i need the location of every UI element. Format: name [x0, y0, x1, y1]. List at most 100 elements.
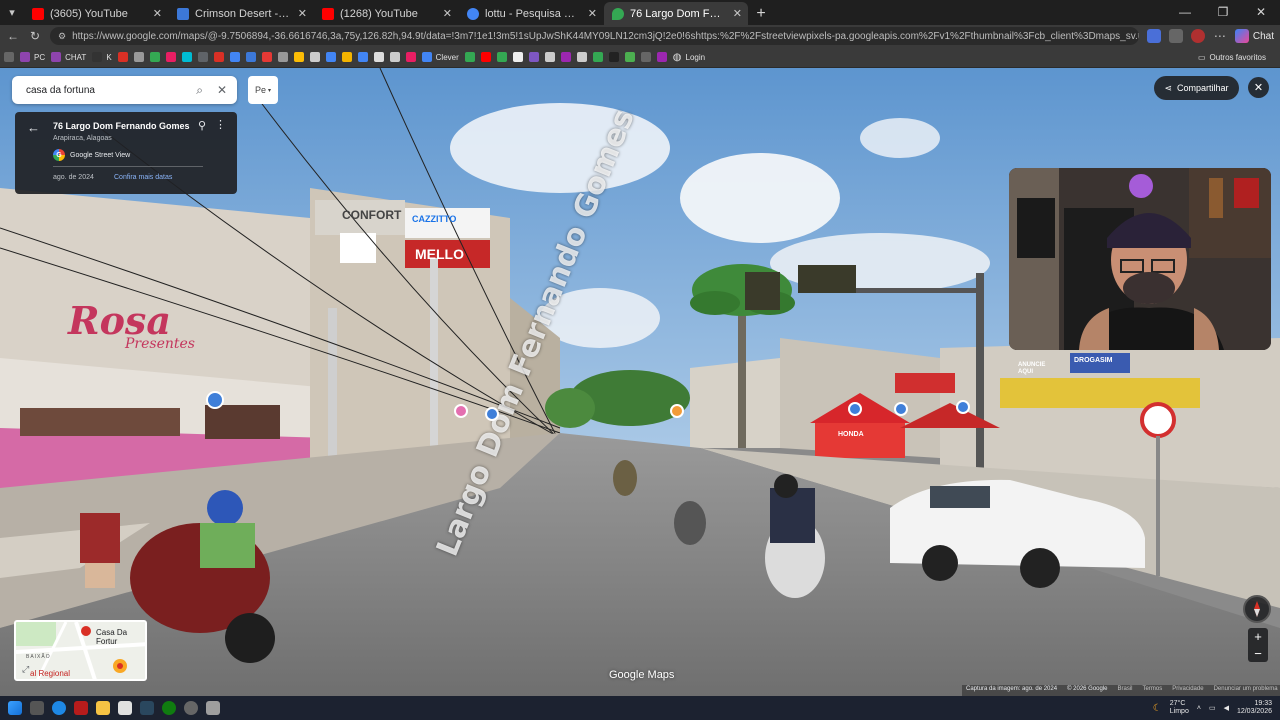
- bookmark-item[interactable]: [4, 52, 14, 62]
- bookmark-item[interactable]: [341, 52, 352, 62]
- bookmark-item[interactable]: [293, 52, 304, 62]
- bookmark-item[interactable]: [640, 52, 651, 62]
- bookmark-item[interactable]: [325, 52, 336, 62]
- place-marker-icon[interactable]: [454, 404, 468, 418]
- mini-map[interactable]: Casa Da Fortur BAIXÃO ⤢ al Regional: [14, 620, 147, 681]
- bookmark-item[interactable]: [133, 52, 144, 62]
- compass-icon[interactable]: [1243, 595, 1271, 623]
- app-icon[interactable]: [74, 701, 88, 715]
- volume-icon[interactable]: ◀: [1224, 704, 1229, 712]
- address-bar[interactable]: ⚙ https://www.google.com/maps/@-9.750689…: [50, 27, 1139, 45]
- search-input[interactable]: casa da fortuna: [26, 85, 182, 96]
- bookmark-item[interactable]: [181, 52, 192, 62]
- place-marker-icon[interactable]: [206, 391, 224, 409]
- bookmark-item[interactable]: Clever: [421, 52, 459, 62]
- clear-search-icon[interactable]: ✕: [217, 83, 227, 97]
- steam-icon[interactable]: [140, 701, 154, 715]
- browser-tab[interactable]: lottu - Pesquisa Google ✕: [459, 2, 603, 25]
- report-problem-link[interactable]: Denunciar um problema: [1214, 686, 1278, 695]
- menu-dots-icon[interactable]: ⋯: [1213, 29, 1227, 43]
- place-marker-icon[interactable]: [848, 402, 862, 416]
- bookmark-item[interactable]: [560, 52, 571, 62]
- browser-tab-active[interactable]: 76 Largo Dom Fernando Gomes - ✕: [604, 2, 748, 25]
- back-arrow-icon[interactable]: ←: [27, 120, 40, 135]
- place-marker-icon[interactable]: [894, 402, 908, 416]
- map-pin-icon[interactable]: ⚲: [198, 119, 206, 132]
- pegman-button[interactable]: Pe ▾: [248, 76, 278, 104]
- store-icon[interactable]: [118, 701, 132, 715]
- zoom-out-icon[interactable]: −: [1254, 646, 1262, 661]
- weather-widget[interactable]: 27°C Limpo: [1170, 700, 1189, 716]
- profile-avatar-icon[interactable]: [1190, 29, 1205, 43]
- tray-chevron-icon[interactable]: ˄: [1197, 705, 1201, 712]
- bookmark-item[interactable]: [512, 52, 523, 62]
- country-link[interactable]: Brasil: [1118, 686, 1133, 695]
- tab-close-icon[interactable]: ✕: [153, 7, 162, 20]
- clock[interactable]: 19:33 12/03/2026: [1237, 700, 1272, 716]
- bookmark-item[interactable]: [624, 52, 635, 62]
- maximize-icon[interactable]: ❐: [1204, 0, 1242, 25]
- place-marker-icon[interactable]: [670, 404, 684, 418]
- site-info-icon[interactable]: ⚙: [58, 31, 66, 42]
- edge-icon[interactable]: [52, 701, 66, 715]
- bookmark-item[interactable]: [373, 52, 384, 62]
- xbox-icon[interactable]: [162, 701, 176, 715]
- browser-tab[interactable]: Crimson Desert - PC - Compre na ✕: [169, 2, 313, 25]
- search-taskbar-icon[interactable]: [30, 701, 44, 715]
- more-dates-link[interactable]: Confira mais datas: [114, 174, 172, 181]
- place-marker-icon[interactable]: [485, 407, 499, 421]
- bookmark-item[interactable]: [261, 52, 272, 62]
- bookmark-item[interactable]: [213, 52, 224, 62]
- tab-close-icon[interactable]: ✕: [298, 7, 307, 20]
- minimize-icon[interactable]: —: [1166, 0, 1204, 25]
- share-button[interactable]: ⋖ Compartilhar: [1154, 76, 1239, 100]
- bookmark-item[interactable]: [480, 52, 491, 62]
- app-icon[interactable]: [206, 701, 220, 715]
- bookmark-item[interactable]: [197, 52, 208, 62]
- bookmark-item[interactable]: [576, 52, 587, 62]
- expand-map-icon[interactable]: ⤢: [22, 664, 29, 675]
- search-icon[interactable]: ⌕: [196, 83, 203, 98]
- chat-button[interactable]: Chat: [1234, 29, 1274, 43]
- tab-close-icon[interactable]: ✕: [443, 7, 452, 20]
- extension-icon[interactable]: [1168, 29, 1183, 43]
- bookmark-item[interactable]: [149, 52, 160, 62]
- zoom-in-icon[interactable]: +: [1254, 629, 1262, 644]
- close-street-view-button[interactable]: ✕: [1248, 77, 1269, 98]
- network-icon[interactable]: ▭: [1209, 704, 1216, 712]
- bookmark-item[interactable]: [528, 52, 539, 62]
- tab-close-icon[interactable]: ✕: [588, 7, 597, 20]
- file-explorer-icon[interactable]: [96, 701, 110, 715]
- windows-start-icon[interactable]: [8, 701, 22, 715]
- browser-tab[interactable]: (3605) YouTube ✕: [24, 2, 168, 25]
- street-view-panorama[interactable]: Largo Dom Fernando Gomes Rosa Presentes …: [0, 68, 1280, 696]
- tab-close-icon[interactable]: ✕: [733, 7, 742, 20]
- other-bookmarks-folder[interactable]: ▭ Outros favoritos: [1198, 53, 1276, 62]
- bookmark-item[interactable]: [229, 52, 240, 62]
- terms-link[interactable]: Termos: [1143, 686, 1163, 695]
- bookmark-item[interactable]: PC: [20, 52, 45, 62]
- bookmark-item[interactable]: [245, 52, 256, 62]
- new-tab-button[interactable]: +: [749, 2, 773, 25]
- place-marker-icon[interactable]: [956, 400, 970, 414]
- bookmark-item[interactable]: [389, 52, 400, 62]
- bookmark-item[interactable]: [592, 52, 603, 62]
- bookmark-item[interactable]: [165, 52, 176, 62]
- bookmark-item[interactable]: [608, 52, 619, 62]
- bookmark-item[interactable]: [544, 52, 555, 62]
- reload-icon[interactable]: ↻: [28, 29, 42, 43]
- close-window-icon[interactable]: ✕: [1242, 0, 1280, 25]
- bookmark-item[interactable]: K: [92, 52, 112, 62]
- maps-search-box[interactable]: casa da fortuna ⌕ ✕: [12, 76, 237, 104]
- bookmark-item[interactable]: ◍ Login: [673, 52, 705, 63]
- bookmark-item[interactable]: [277, 52, 288, 62]
- privacy-link[interactable]: Privacidade: [1172, 686, 1203, 695]
- tab-search-icon[interactable]: ▾: [0, 0, 24, 25]
- more-options-icon[interactable]: ⋮: [215, 118, 226, 131]
- back-icon[interactable]: ←: [6, 29, 20, 43]
- extension-icon[interactable]: [1146, 29, 1161, 43]
- bookmark-item[interactable]: [464, 52, 475, 62]
- bookmark-item[interactable]: [117, 52, 128, 62]
- bookmark-item[interactable]: [496, 52, 507, 62]
- app-icon[interactable]: [184, 701, 198, 715]
